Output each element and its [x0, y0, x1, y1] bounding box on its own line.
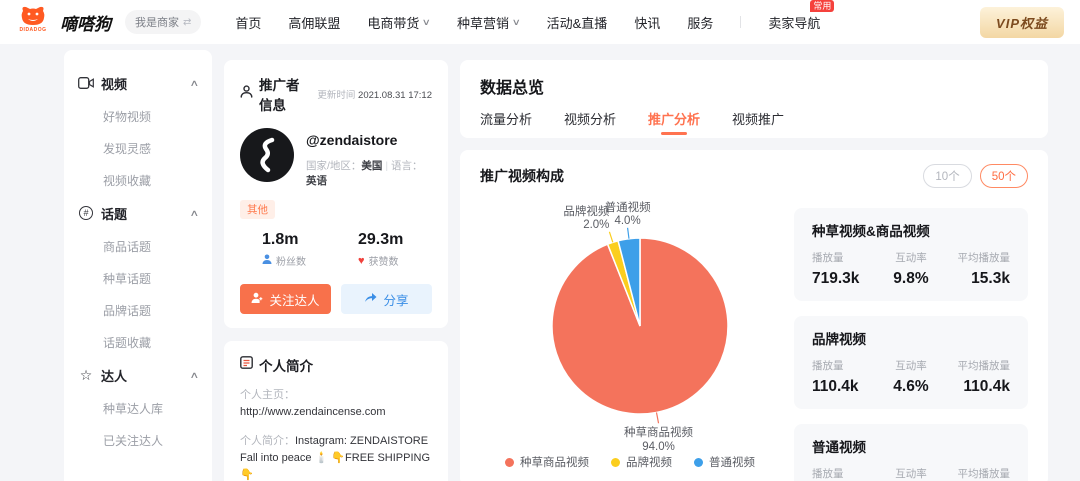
star-icon: ☆ [78, 367, 94, 383]
right-panel: 数据总览 流量分析 视频分析 推广分析 视频推广 推广视频构成 10个 50个 … [460, 60, 1048, 481]
legend-item: 普通视频 [694, 454, 755, 470]
sidebar-section-influencers[interactable]: ☆ 达人 ∧ [78, 358, 198, 392]
merchant-role-badge[interactable]: 我是商家 ⇄ [125, 10, 201, 34]
person-icon [240, 85, 253, 103]
pie-chart-zone: 种草商品视频94.0%品牌视频2.0%普通视频4.0% 种草商品视频 品牌视频 [480, 190, 780, 481]
metric-cards: 种草视频&商品视频 播放量719.3k 互动率9.8% 平均播放量15.3k 品… [794, 190, 1028, 481]
heart-icon: ♥ [358, 255, 365, 267]
nav-item-ecommerce[interactable]: 电商带货∨ [367, 13, 430, 32]
likes-stat: 29.3m ♥ 获赞数 [336, 231, 432, 268]
sidebar-item-brand-topics[interactable]: 品牌话题 [78, 294, 198, 326]
document-icon [240, 356, 253, 374]
nav-item-seller-guide[interactable]: 卖家导航 常用 [768, 13, 820, 32]
tab-promotion-analysis[interactable]: 推广分析 [648, 109, 700, 137]
svg-text:4.0%: 4.0% [614, 215, 640, 227]
hot-badge: 常用 [810, 0, 834, 12]
video-icon [78, 75, 94, 91]
follower-icon [262, 254, 272, 267]
sidebar-item-video-favorites[interactable]: 视频收藏 [78, 164, 198, 196]
updated-time: 更新时间 2021.08.31 17:12 [317, 87, 432, 101]
homepage-url[interactable]: http://www.zendaincense.com [240, 406, 386, 418]
svg-text:普通视频: 普通视频 [605, 200, 651, 214]
sidebar-item-seeding-topics[interactable]: 种草话题 [78, 262, 198, 294]
chevron-up-icon: ∧ [190, 78, 200, 89]
chevron-up-icon: ∧ [190, 370, 200, 381]
nav-item-alliance[interactable]: 高佣联盟 [288, 13, 340, 32]
share-icon [364, 292, 377, 306]
nav-item-home[interactable]: 首页 [235, 13, 261, 32]
nav-item-activity-live[interactable]: 活动&直播 [547, 13, 608, 32]
legend-item: 品牌视频 [611, 454, 672, 470]
profile-bio-card: 个人简介 个人主页：http://www.zendaincense.com 个人… [224, 341, 448, 481]
legend-item: 种草商品视频 [505, 454, 589, 470]
top-navigation-bar: DIDADOG 嘀嗒狗 我是商家 ⇄ 首页 高佣联盟 电商带货∨ 种草营销∨ 活… [0, 0, 1080, 44]
sidebar-item-followed-influencers[interactable]: 已关注达人 [78, 424, 198, 456]
filter-pill-50[interactable]: 50个 [980, 164, 1028, 188]
metric-card-normal: 普通视频 播放量10.1k 互动率8.8% 平均播放量5.1k [794, 424, 1028, 481]
sidebar-item-influencer-library[interactable]: 种草达人库 [78, 392, 198, 424]
share-button[interactable]: 分享 [341, 284, 432, 314]
promotion-composition-card: 推广视频构成 10个 50个 种草商品视频94.0%品牌视频2.0%普通视频4.… [460, 150, 1048, 481]
brand-logo[interactable]: DIDADOG 嘀嗒狗 [16, 5, 111, 39]
chevron-down-icon: ∨ [422, 17, 431, 28]
sidebar-item-topic-favorites[interactable]: 话题收藏 [78, 326, 198, 358]
middle-column: 推广者信息 更新时间 2021.08.31 17:12 @zendaistore… [224, 60, 448, 481]
chevron-down-icon: ∨ [512, 17, 521, 28]
promoter-handle: @zendaistore [306, 132, 432, 148]
followers-stat: 1.8m 粉丝数 [240, 231, 336, 268]
logo-subtext: DIDADOG [19, 27, 46, 33]
page: DIDADOG 嘀嗒狗 我是商家 ⇄ 首页 高佣联盟 电商带货∨ 种草营销∨ 活… [0, 0, 1080, 481]
filter-pill-10[interactable]: 10个 [923, 164, 971, 188]
merchant-badge-label: 我是商家 [135, 14, 179, 30]
swap-icon: ⇄ [183, 17, 191, 28]
svg-text:2.0%: 2.0% [583, 219, 609, 231]
metric-card-brand: 品牌视频 播放量110.4k 互动率4.6% 平均播放量110.4k [794, 316, 1028, 409]
sidebar-item-product-topics[interactable]: 商品话题 [78, 230, 198, 262]
nav-item-services[interactable]: 服务 [687, 13, 713, 32]
tab-video-promotion[interactable]: 视频推广 [732, 109, 784, 137]
legend-dot [694, 458, 703, 467]
metric-card-seeding: 种草视频&商品视频 播放量719.3k 互动率9.8% 平均播放量15.3k [794, 208, 1028, 301]
overview-tabs: 流量分析 视频分析 推广分析 视频推广 [480, 109, 1028, 137]
svg-text:品牌视频: 品牌视频 [563, 204, 609, 218]
dog-logo-icon: DIDADOG [16, 5, 50, 39]
svg-text:94.0%: 94.0% [642, 441, 675, 452]
pie-chart-svg: 种草商品视频 94.0% 品牌视频2.0% 普通视频4.0% [480, 190, 780, 452]
tab-video-analysis[interactable]: 视频分析 [564, 109, 616, 137]
profile-card-title: 个人简介 [259, 355, 313, 375]
sidebar-section-topics[interactable]: # 话题 ∧ [78, 196, 198, 230]
pie-legend: 种草商品视频 品牌视频 普通视频 [505, 454, 755, 470]
hash-icon: # [78, 205, 94, 221]
promoter-avatar[interactable] [240, 128, 294, 182]
promoter-card-title: 推广者信息 [259, 74, 311, 114]
bio-line: 个人简介：Instagram: ZENDAISTORE Fall into pe… [240, 433, 432, 481]
chart-title: 推广视频构成 [480, 166, 564, 186]
nav-item-news[interactable]: 快讯 [634, 13, 660, 32]
chevron-up-icon: ∧ [190, 208, 200, 219]
svg-text:种草商品视频: 种草商品视频 [624, 425, 693, 439]
category-tag: 其他 [240, 200, 275, 219]
data-overview-card: 数据总览 流量分析 视频分析 推广分析 视频推广 [460, 60, 1048, 138]
main-nav: 首页 高佣联盟 电商带货∨ 种草营销∨ 活动&直播 快讯 服务 卖家导航 常用 [235, 13, 820, 32]
tab-traffic-analysis[interactable]: 流量分析 [480, 109, 532, 137]
sidebar-item-inspiration[interactable]: 发现灵感 [78, 132, 198, 164]
homepage-line: 个人主页：http://www.zendaincense.com [240, 387, 432, 421]
legend-dot [611, 458, 620, 467]
nav-item-seeding[interactable]: 种草营销∨ [457, 13, 520, 32]
overview-title: 数据总览 [480, 74, 1028, 98]
sidebar-section-video[interactable]: 视频 ∧ [78, 66, 198, 100]
follow-influencer-button[interactable]: 关注达人 [240, 284, 331, 314]
sidebar-item-goods-video[interactable]: 好物视频 [78, 100, 198, 132]
person-add-icon [251, 292, 263, 307]
brand-name: 嘀嗒狗 [60, 10, 111, 35]
promoter-info-card: 推广者信息 更新时间 2021.08.31 17:12 @zendaistore… [224, 60, 448, 328]
nav-divider [740, 16, 741, 28]
legend-dot [505, 458, 514, 467]
sidebar: 视频 ∧ 好物视频 发现灵感 视频收藏 # 话题 ∧ 商品话题 种草话题 品牌话… [64, 50, 212, 481]
vip-benefits-button[interactable]: VIP权益 [980, 7, 1064, 38]
promoter-geo: 国家/地区：美国 | 语言：英语 [306, 158, 432, 188]
